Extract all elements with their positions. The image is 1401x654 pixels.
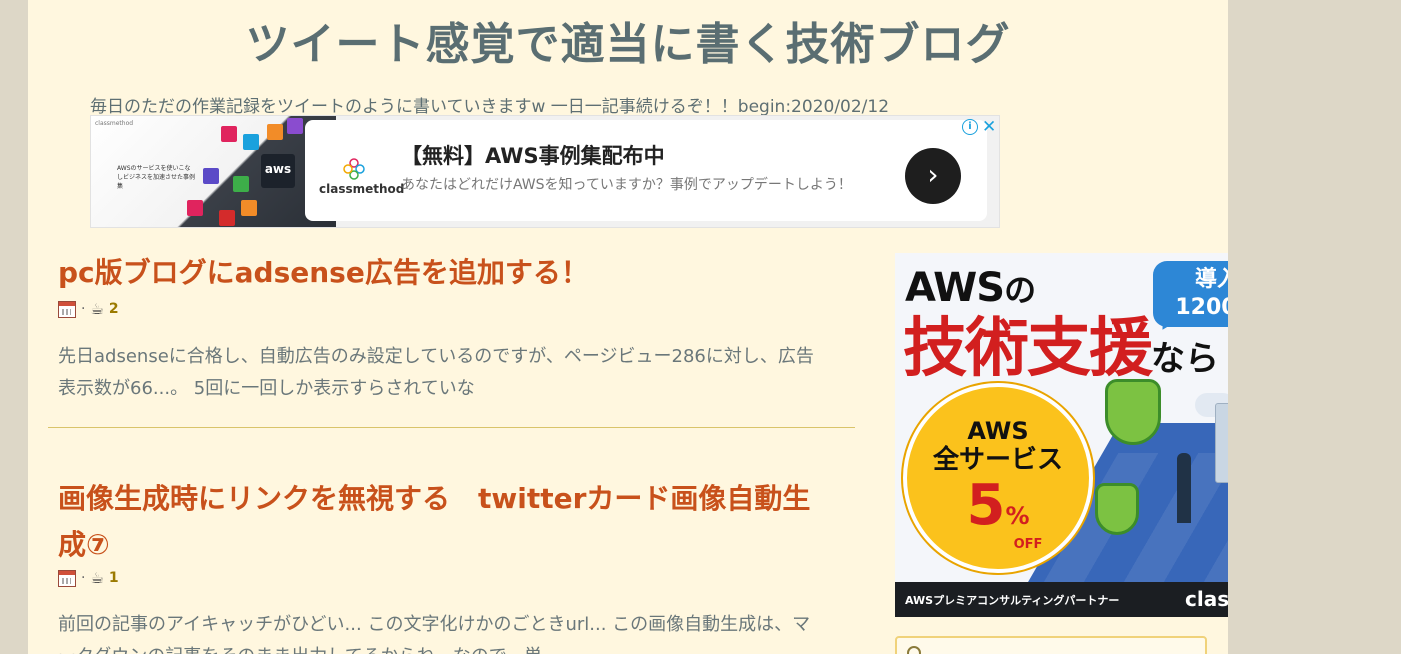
banner-subtitle: あなたはどれだけAWSを知っていますか？事例でアップデートしよう！	[401, 177, 852, 193]
banner-ad-card[interactable]: classmethod 【無料】AWS事例集配布中 あなたはどれだけAWSを知っ…	[305, 120, 987, 221]
post-title[interactable]: 画像生成時にリンクを無視する twitterカード画像自動生成⑦	[58, 476, 838, 568]
service-tile-icon	[219, 210, 235, 226]
bubble-line-1: 導入実績	[1194, 267, 1228, 292]
sidebar-ad-footer: AWSプレミアコンサルティングパートナー classmethod	[895, 582, 1228, 617]
post-meta: · ☕ 2	[58, 299, 119, 319]
post-excerpt: 前回の記事のアイキャッチがひどい... この文字化けかのごときurl... この…	[58, 614, 811, 654]
post-count: 2	[108, 301, 119, 317]
coffee-cup-icon: ☕	[90, 300, 104, 318]
coffee-cup-icon: ☕	[90, 569, 104, 587]
post-meta: · ☕ 1	[58, 568, 119, 588]
post-title[interactable]: pc版ブログにadsense広告を追加する！	[58, 250, 589, 296]
site-description: 毎日のただの作業記録をツイートのように書いていきますw 一日一記事続けるぞ！！b…	[90, 97, 890, 117]
sidebar-ad-aws-suffix: の	[1004, 271, 1036, 309]
service-tile-icon	[187, 200, 203, 216]
speech-bubble: 導入実績 1200社以上	[1153, 261, 1228, 327]
shield-icon	[1095, 483, 1139, 535]
sidebar-ad-footer-brand: classmethod	[1185, 587, 1228, 611]
meta-separator: ·	[81, 570, 86, 586]
service-tile-icon	[203, 168, 219, 184]
service-tile-icon	[243, 134, 259, 150]
service-tile-icon	[221, 126, 237, 142]
sidebar-ad-big-line: 技術支援	[903, 312, 1153, 386]
banner-brand: classmethod	[319, 182, 405, 196]
banner-ad-visual: classmethod AWSのサービスを使いこなしビジネスを加速させた事例集 …	[91, 116, 336, 227]
service-tile-icon	[241, 200, 257, 216]
search-icon	[907, 646, 921, 654]
server-icon	[1215, 403, 1228, 483]
ad-info-icon[interactable]: i	[962, 119, 978, 135]
post-count: 1	[108, 570, 119, 586]
chevron-right-icon[interactable]: ›	[905, 148, 961, 204]
site-title[interactable]: ツイート感覚で適当に書く技術ブログ	[28, 8, 1228, 72]
calendar-icon	[58, 569, 76, 587]
service-tile-icon	[267, 124, 283, 140]
service-tile-icon	[287, 118, 303, 134]
sidebar-ad-aws: AWS	[905, 265, 1005, 311]
banner-visual-logo: classmethod	[95, 120, 134, 127]
badge-percent-value: 5	[966, 473, 1006, 538]
calendar-icon	[58, 300, 76, 318]
page-container: ツイート感覚で適当に書く技術ブログ 毎日のただの作業記録をツイートのように書いて…	[28, 0, 1228, 654]
banner-ad[interactable]: classmethod AWSのサービスを使いこなしビジネスを加速させた事例集 …	[90, 115, 1000, 228]
banner-visual-text: AWSのサービスを使いこなしビジネスを加速させた事例集	[117, 165, 196, 190]
sidebar-ad[interactable]: AWSの 技術支援なら 導入実績 1200社以上 AWS 全サービス 5% OF…	[895, 253, 1228, 617]
person-icon	[1177, 453, 1191, 523]
discount-badge: AWS 全サービス 5% OFF	[903, 383, 1093, 573]
aws-logo-icon: aws	[261, 154, 295, 188]
sidebar-ad-big-suffix: なら	[1151, 339, 1219, 379]
post-excerpt: 先日adsenseに合格し、自動広告のみ設定しているのですが、ページビュー286…	[58, 346, 814, 399]
classmethod-logo-icon	[343, 158, 365, 180]
sidebar-ad-headline: AWSの	[905, 265, 1036, 311]
meta-separator: ·	[81, 301, 86, 317]
bubble-line-2: 1200社以上	[1175, 295, 1228, 320]
service-tile-icon	[233, 176, 249, 192]
banner-title[interactable]: 【無料】AWS事例集配布中	[401, 140, 665, 170]
sidebar-ad-footer-text: AWSプレミアコンサルティングパートナー	[905, 594, 1120, 607]
badge-percent-sign: %	[1005, 502, 1030, 530]
badge-line-2: 全サービス	[932, 445, 1063, 475]
post-divider	[48, 427, 855, 428]
search-input[interactable]	[895, 636, 1207, 654]
badge-line-1: AWS	[967, 417, 1029, 445]
ad-close-icon[interactable]: ✕	[982, 119, 996, 136]
